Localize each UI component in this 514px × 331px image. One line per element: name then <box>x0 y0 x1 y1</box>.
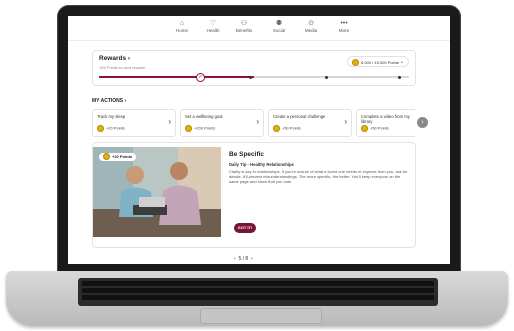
nav-item-social[interactable]: ⚉ Social <box>265 20 293 33</box>
got-it-button[interactable]: GOT IT! <box>234 223 256 233</box>
nav-item-more[interactable]: ••• More <box>330 20 358 33</box>
milestone-dot <box>325 75 328 79</box>
tip-title: Be Specific <box>229 151 265 158</box>
action-card[interactable]: Complete a video from my library +50 Poi… <box>356 109 415 137</box>
pagination: ‹ 5 / 8 › <box>234 256 253 262</box>
action-title: Track my sleep <box>97 114 126 119</box>
coin-icon <box>273 125 280 132</box>
action-points: +50 Points <box>273 125 301 132</box>
rewards-panel[interactable]: Rewards › 125 Points to next reward! 6,0… <box>92 50 416 86</box>
coin-icon <box>352 59 359 67</box>
action-points: +20 Points <box>97 125 125 132</box>
action-points: +200 Points <box>185 125 215 132</box>
chevron-down-icon: ⌄ <box>399 59 404 65</box>
chevron-right-icon: › <box>127 55 131 62</box>
top-nav: ⌂ Home ♡ Health ⚇ Benefits ⚉ Social ⊙ Me… <box>68 16 450 41</box>
home-icon: ⌂ <box>179 20 185 27</box>
heart-icon: ♡ <box>209 20 217 27</box>
coin-icon <box>103 153 110 161</box>
daily-tip-card: +20 Points Be Specific Daily Tip - Healt… <box>92 142 416 248</box>
carousel-next-button[interactable]: › <box>417 117 428 128</box>
nav-label: More <box>338 28 350 33</box>
chevron-right-icon[interactable]: › <box>251 256 253 262</box>
chevron-left-icon[interactable]: ‹ <box>234 256 236 262</box>
more-icon: ••• <box>340 20 348 27</box>
my-actions-header[interactable]: MY ACTIONS › <box>92 98 126 104</box>
action-title: Complete a video from my library <box>361 114 410 124</box>
rewards-subtitle: 125 Points to next reward! <box>99 65 146 70</box>
nav-item-benefits[interactable]: ⚇ Benefits <box>230 20 258 33</box>
milestone-dot <box>249 75 252 79</box>
laptop-trackpad <box>200 308 322 324</box>
laptop-keyboard <box>78 278 438 306</box>
points-badge: +20 Points <box>99 153 137 161</box>
nav-label: Social <box>272 28 286 33</box>
action-card[interactable]: Set a wellbeing goal +200 Points › <box>180 109 264 137</box>
action-points: +50 Points <box>361 125 389 132</box>
check-icon: ✓ <box>196 73 205 82</box>
rewards-progress-fill <box>99 76 254 78</box>
action-title: Set a wellbeing goal <box>185 114 223 119</box>
nav-label: Media <box>304 28 318 33</box>
milestone-dot <box>398 75 401 79</box>
benefits-icon: ⚇ <box>240 20 248 27</box>
coin-icon <box>97 125 104 132</box>
action-title: Create a personal challenge <box>273 114 326 119</box>
page-indicator: 5 / 8 <box>238 256 249 262</box>
points-dropdown[interactable]: 6,000 / 15,000 Points ⌄ <box>347 56 409 67</box>
nav-item-home[interactable]: ⌂ Home <box>168 20 196 33</box>
rewards-title[interactable]: Rewards › <box>99 55 130 62</box>
tip-body: Clarity is key in relationships. If you'… <box>229 169 408 184</box>
app-screen: ⌂ Home ♡ Health ⚇ Benefits ⚉ Social ⊙ Me… <box>68 16 450 264</box>
action-card[interactable]: Track my sleep +20 Points › <box>92 109 176 137</box>
coin-icon <box>185 125 192 132</box>
nav-item-media[interactable]: ⊙ Media <box>297 20 325 33</box>
chevron-right-icon: › <box>168 117 171 126</box>
nav-label: Home <box>175 28 188 33</box>
media-icon: ⊙ <box>308 20 314 27</box>
action-card[interactable]: Create a personal challenge +50 Points › <box>268 109 352 137</box>
chevron-right-icon: › <box>256 117 259 126</box>
tip-photo: +20 Points <box>93 147 221 237</box>
people-icon: ⚉ <box>275 20 283 27</box>
chevron-right-icon: › <box>124 98 127 104</box>
nav-item-health[interactable]: ♡ Health <box>199 20 227 33</box>
tip-subtitle: Daily Tip - Healthy Relationships <box>229 162 294 167</box>
points-value: 6,000 / 15,000 Points <box>361 60 399 65</box>
nav-label: Health <box>206 28 220 33</box>
nav-label: Benefits <box>235 28 253 33</box>
chevron-right-icon: › <box>344 117 347 126</box>
chevron-right-icon: › <box>421 119 424 126</box>
coin-icon <box>361 125 368 132</box>
